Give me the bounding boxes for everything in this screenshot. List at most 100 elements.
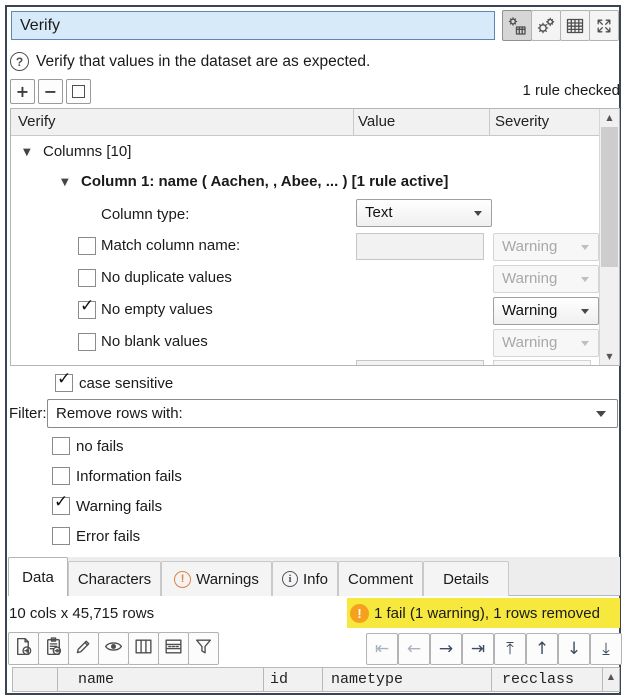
tab-warnings[interactable]: ! Warnings — [161, 561, 272, 596]
tab-label: Info — [303, 571, 328, 588]
grid-scrollbar[interactable]: ▲ — [602, 667, 620, 692]
next-row-button[interactable]: ↓ — [558, 633, 590, 665]
scroll-up-icon[interactable]: ▲ — [600, 109, 619, 126]
warning-fails-checkbox[interactable]: ✓ — [52, 497, 70, 515]
gears-icon — [536, 16, 556, 36]
filter-rows-button[interactable] — [188, 632, 219, 665]
rules-scrollbar[interactable]: ▲ ▼ — [599, 109, 619, 365]
options-pane-button[interactable] — [502, 10, 532, 41]
no-empty-values-label: No empty values — [101, 301, 213, 318]
match-severity-dropdown[interactable]: Warning — [493, 233, 599, 261]
scroll-down-icon[interactable]: ▼ — [600, 348, 619, 365]
checkmark: ✓ — [57, 369, 71, 389]
table-grid-icon — [565, 16, 585, 36]
severity-value: Warning — [502, 302, 557, 319]
first-column-button[interactable]: ⇤ — [366, 633, 398, 665]
maximize-pane-button[interactable] — [589, 10, 619, 41]
eye-icon — [103, 636, 124, 662]
next-column-button[interactable]: → — [430, 633, 462, 665]
add-rule-button[interactable]: + — [10, 79, 35, 104]
grid-header-name[interactable]: name — [57, 667, 264, 692]
arrow-to-top-icon: ⤒ — [506, 639, 514, 659]
clipboard-export-icon — [43, 636, 64, 662]
tab-details[interactable]: Details — [423, 561, 509, 596]
tab-data[interactable]: Data — [8, 557, 68, 596]
remove-rule-button[interactable]: − — [38, 79, 63, 104]
tab-info[interactable]: i Info — [272, 561, 338, 596]
columns-group-label: Columns [10] — [43, 143, 131, 160]
collapse-arrow-icon[interactable]: ▼ — [61, 177, 69, 188]
no-duplicate-severity-dropdown[interactable]: Warning — [493, 265, 599, 293]
error-fails-checkbox[interactable] — [52, 527, 70, 545]
information-fails-checkbox[interactable] — [52, 467, 70, 485]
prev-column-button[interactable]: ← — [398, 633, 430, 665]
collapse-arrow-icon[interactable]: ▼ — [23, 147, 31, 158]
no-empty-values-checkbox[interactable]: ✓ — [78, 301, 96, 319]
scrollbar-thumb[interactable] — [601, 127, 618, 267]
verify-transform-panel: { "titlebar": { "transform_name": "Verif… — [0, 0, 632, 698]
rows-icon — [163, 636, 184, 662]
match-column-name-input[interactable] — [356, 233, 484, 260]
copy-to-clipboard-button[interactable] — [38, 632, 69, 665]
arrow-to-left-icon: ⇤ — [375, 639, 389, 659]
arrow-to-bottom-icon: ⤓ — [602, 639, 610, 659]
no-fails-checkbox[interactable] — [52, 437, 70, 455]
filter-dropdown[interactable]: Remove rows with: — [47, 399, 618, 428]
view-values-button[interactable] — [98, 632, 129, 665]
row-heights-button[interactable] — [158, 632, 189, 665]
edit-button[interactable] — [68, 632, 99, 665]
export-file-button[interactable] — [8, 632, 39, 665]
dataset-dimensions: 10 cols x 45,715 rows — [9, 605, 154, 622]
column1-group-label: Column 1: name ( Aachen, , Abee, ... ) [… — [81, 173, 448, 190]
no-duplicate-values-label: No duplicate values — [101, 269, 232, 286]
plus-icon: + — [16, 82, 29, 101]
info-circle-icon: i — [282, 571, 298, 587]
no-fails-label: no fails — [76, 438, 124, 455]
prev-row-button[interactable]: ↑ — [526, 633, 558, 665]
clear-rules-button[interactable] — [66, 79, 91, 104]
tab-label: Warnings — [196, 571, 259, 588]
grid-header-id[interactable]: id — [263, 667, 323, 692]
exclamation-icon: ! — [350, 604, 369, 623]
first-row-button[interactable]: ⤒ — [494, 633, 526, 665]
checkmark: ✓ — [54, 492, 68, 512]
information-fails-label: Information fails — [76, 468, 182, 485]
warning-status-badge: ! 1 fail (1 warning), 1 rows removed — [347, 598, 620, 628]
settings-button[interactable] — [531, 10, 561, 41]
arrow-left-icon: ← — [407, 639, 421, 659]
match-column-name-checkbox[interactable] — [78, 237, 96, 255]
tab-comment[interactable]: Comment — [338, 561, 423, 596]
arrow-up-icon: ↑ — [535, 639, 549, 659]
column-widths-button[interactable] — [128, 632, 159, 665]
no-blank-severity-dropdown[interactable]: Warning — [493, 329, 599, 357]
no-duplicate-values-checkbox[interactable] — [78, 269, 96, 287]
tab-label: Details — [443, 571, 489, 588]
column-type-value: Text — [365, 204, 393, 221]
columns-icon — [133, 636, 154, 662]
cutoff-dropdown — [493, 360, 591, 366]
col-header-severity: Severity — [495, 113, 549, 130]
grid-header-recclass[interactable]: recclass — [491, 667, 603, 692]
help-icon[interactable]: ? — [10, 52, 29, 71]
scroll-up-icon: ▲ — [608, 672, 614, 681]
last-column-button[interactable]: ⇥ — [462, 633, 494, 665]
tab-label: Comment — [348, 571, 413, 588]
minus-icon: − — [44, 82, 57, 101]
rules-table: Verify Value Severity ▼ Columns [10] ▼ C… — [10, 108, 620, 366]
column-divider — [353, 109, 354, 135]
grid-header-nametype[interactable]: nametype — [322, 667, 492, 692]
col-header-verify: Verify — [18, 113, 56, 130]
arrow-down-icon: ↓ — [567, 639, 581, 659]
last-row-button[interactable]: ⤓ — [590, 633, 622, 665]
column-type-dropdown[interactable]: Text — [356, 199, 492, 227]
rule-checked-summary: 1 rule checked — [522, 82, 620, 99]
warning-circle-icon: ! — [174, 571, 191, 588]
severity-value: Warning — [502, 238, 557, 255]
no-empty-severity-dropdown[interactable]: Warning — [493, 297, 599, 325]
transform-name-input[interactable] — [11, 11, 495, 40]
square-icon — [72, 85, 85, 98]
no-blank-values-checkbox[interactable] — [78, 333, 96, 351]
tab-characters[interactable]: Characters — [68, 561, 161, 596]
table-view-button[interactable] — [560, 10, 590, 41]
case-sensitive-checkbox[interactable]: ✓ — [55, 374, 73, 392]
